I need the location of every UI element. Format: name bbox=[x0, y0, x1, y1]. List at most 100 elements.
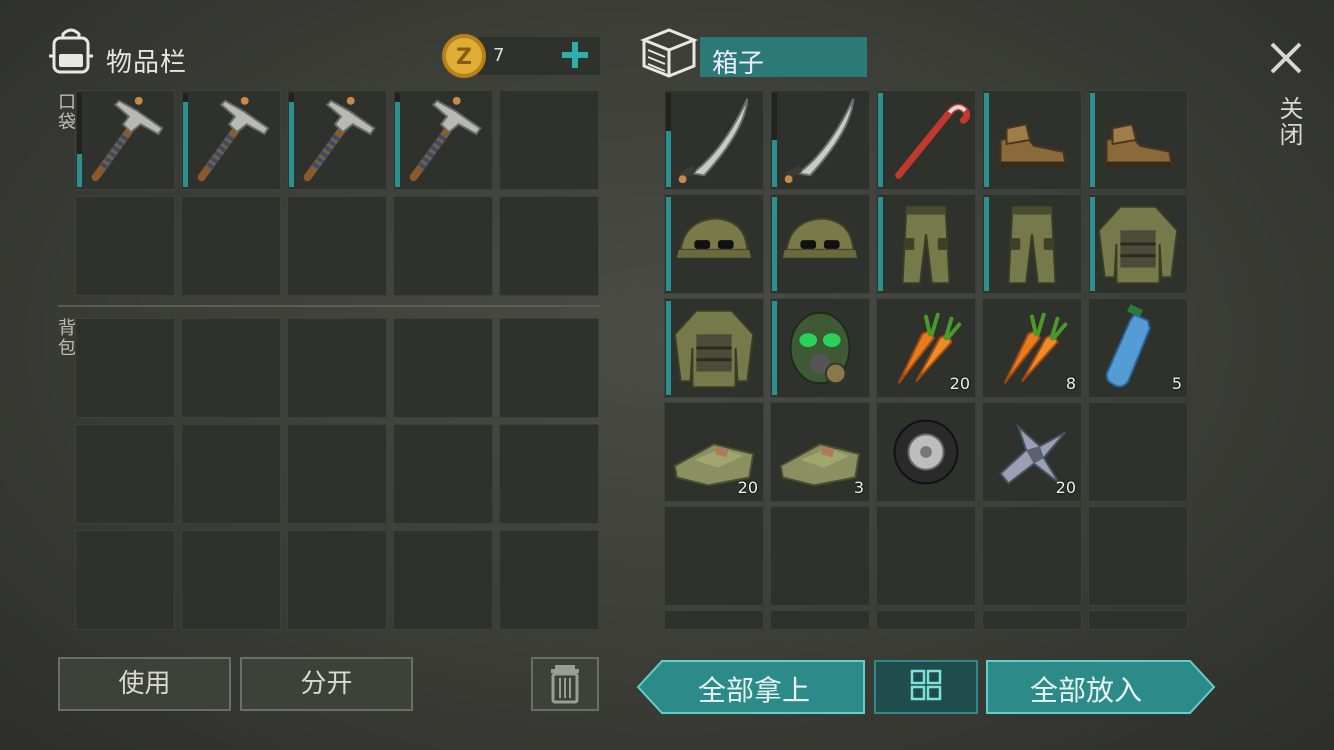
camo-jacket-icon bbox=[673, 309, 755, 389]
backpack-slot[interactable] bbox=[393, 424, 493, 524]
box-slot[interactable]: 5 bbox=[1088, 298, 1188, 398]
pocket-slot[interactable] bbox=[75, 196, 175, 296]
boots-icon bbox=[1105, 123, 1173, 168]
box-slot[interactable] bbox=[770, 506, 870, 606]
backpack-slot[interactable] bbox=[75, 530, 175, 630]
tire-icon bbox=[893, 419, 959, 485]
backpack-icon bbox=[46, 26, 96, 76]
close-label: 关闭 bbox=[1275, 96, 1303, 148]
box-slot[interactable] bbox=[770, 610, 870, 630]
pocket-slot[interactable] bbox=[75, 90, 175, 190]
pickaxe-icon bbox=[197, 96, 270, 182]
box-slot[interactable]: 20 bbox=[876, 298, 976, 398]
pocket-slot[interactable] bbox=[287, 90, 387, 190]
backpack-slot[interactable] bbox=[75, 318, 175, 418]
box-slot[interactable]: 20 bbox=[664, 402, 764, 502]
box-slot[interactable] bbox=[664, 194, 764, 294]
item-count: 5 bbox=[1171, 374, 1182, 393]
backpack-slot[interactable] bbox=[75, 424, 175, 524]
pickaxe-icon bbox=[91, 96, 164, 182]
close-button[interactable]: 关闭 bbox=[1262, 36, 1310, 166]
backpack-slot[interactable] bbox=[393, 530, 493, 630]
pocket-slot[interactable] bbox=[393, 196, 493, 296]
box-slot[interactable] bbox=[1088, 402, 1188, 502]
pocket-slot[interactable] bbox=[393, 90, 493, 190]
box-slot[interactable] bbox=[770, 298, 870, 398]
pocket-slot[interactable] bbox=[287, 196, 387, 296]
machete-icon bbox=[784, 98, 855, 184]
backpack-slot[interactable] bbox=[181, 530, 281, 630]
camo-jacket-icon bbox=[1097, 205, 1179, 285]
boots-icon bbox=[999, 123, 1067, 168]
pocket-slot[interactable] bbox=[181, 90, 281, 190]
box-slot[interactable] bbox=[876, 506, 976, 606]
box-slot[interactable] bbox=[1088, 194, 1188, 294]
backpack-slot[interactable] bbox=[287, 530, 387, 630]
pocket-slot[interactable] bbox=[181, 196, 281, 296]
box-slot[interactable] bbox=[982, 506, 1082, 606]
backpack-slot[interactable] bbox=[287, 424, 387, 524]
box-slot[interactable] bbox=[876, 402, 976, 502]
backpack-slot[interactable] bbox=[499, 530, 599, 630]
box-slot[interactable] bbox=[770, 194, 870, 294]
item-count: 20 bbox=[949, 374, 970, 393]
split-button-label: 分开 bbox=[300, 669, 353, 699]
coin-count: 7 bbox=[493, 45, 505, 66]
svg-text:Z: Z bbox=[456, 45, 472, 70]
box-slot[interactable]: 8 bbox=[982, 298, 1082, 398]
item-count: 20 bbox=[1055, 478, 1076, 497]
item-count: 3 bbox=[853, 478, 864, 497]
box-slot[interactable] bbox=[1088, 506, 1188, 606]
put-all-label: 全部放入 bbox=[1030, 674, 1143, 707]
pocket-slot[interactable] bbox=[499, 90, 599, 190]
box-slot[interactable] bbox=[770, 90, 870, 190]
backpack-slot[interactable] bbox=[181, 318, 281, 418]
sort-button[interactable] bbox=[874, 660, 978, 714]
box-slot[interactable] bbox=[664, 298, 764, 398]
box-slot[interactable] bbox=[982, 194, 1082, 294]
item-count: 8 bbox=[1065, 374, 1076, 393]
box-slot[interactable] bbox=[664, 90, 764, 190]
box-slot[interactable] bbox=[982, 90, 1082, 190]
crowbar-icon bbox=[895, 103, 971, 179]
section-divider bbox=[58, 305, 600, 307]
box-slot[interactable]: 20 bbox=[982, 402, 1082, 502]
box-slot[interactable] bbox=[876, 90, 976, 190]
backpack-slot[interactable] bbox=[393, 318, 493, 418]
take-all-button[interactable]: 全部拿上 bbox=[636, 660, 866, 714]
box-slot[interactable] bbox=[876, 610, 976, 630]
item-count: 20 bbox=[737, 478, 758, 497]
split-button[interactable]: 分开 bbox=[240, 657, 413, 711]
backpack-slot[interactable] bbox=[499, 318, 599, 418]
box-slot[interactable] bbox=[1088, 90, 1188, 190]
delete-button[interactable] bbox=[531, 657, 599, 711]
take-all-label: 全部拿上 bbox=[698, 674, 811, 707]
box-slot[interactable]: 3 bbox=[770, 402, 870, 502]
box-title-field[interactable]: 箱子 bbox=[700, 37, 867, 79]
pickaxe-icon bbox=[409, 96, 482, 182]
camo-pants-icon bbox=[901, 205, 951, 285]
pocket-slot[interactable] bbox=[499, 196, 599, 296]
box-slot[interactable] bbox=[664, 506, 764, 606]
box-slot[interactable] bbox=[1088, 610, 1188, 630]
box-slot[interactable] bbox=[982, 610, 1082, 630]
close-icon bbox=[1270, 42, 1302, 74]
military-cap-icon bbox=[782, 217, 858, 258]
camo-pants-icon bbox=[1007, 205, 1057, 285]
grid-sort-icon bbox=[910, 669, 942, 701]
trash-icon bbox=[551, 665, 579, 704]
use-button-label: 使用 bbox=[118, 669, 171, 699]
backpack-slot[interactable] bbox=[287, 318, 387, 418]
plus-icon bbox=[562, 42, 588, 68]
box-icon bbox=[639, 26, 699, 80]
add-coins-button[interactable] bbox=[560, 40, 590, 70]
backpack-slot[interactable] bbox=[181, 424, 281, 524]
box-slot[interactable] bbox=[664, 610, 764, 630]
put-all-button[interactable]: 全部放入 bbox=[986, 660, 1216, 714]
gas-mask-icon bbox=[789, 311, 851, 385]
coin-icon: Z bbox=[440, 32, 488, 80]
use-button[interactable]: 使用 bbox=[58, 657, 231, 711]
box-slot[interactable] bbox=[876, 194, 976, 294]
backpack-slot[interactable] bbox=[499, 424, 599, 524]
machete-icon bbox=[678, 98, 749, 184]
